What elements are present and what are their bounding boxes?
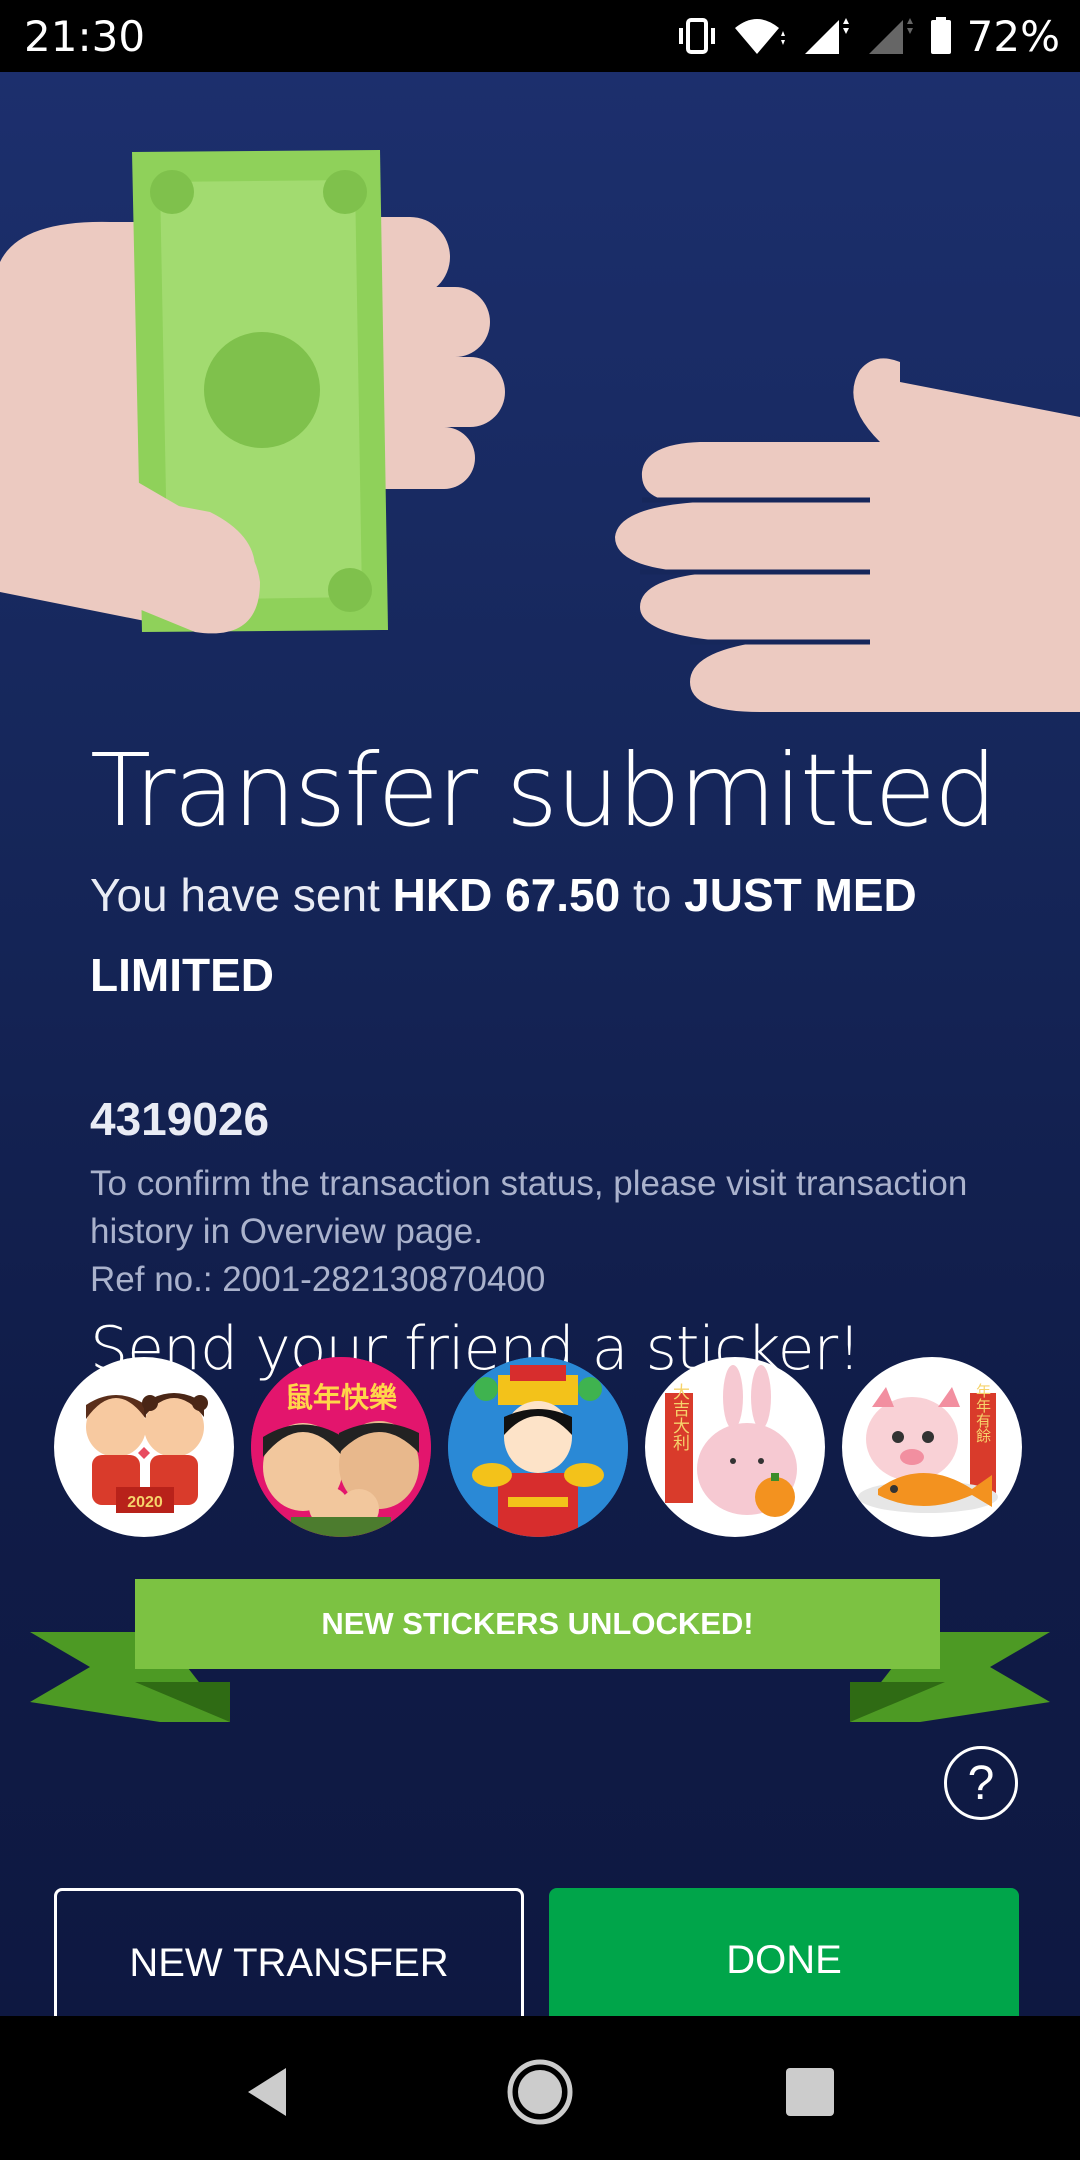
help-icon[interactable]: ? <box>944 1746 1018 1820</box>
transfer-amount: HKD 67.50 <box>392 869 621 921</box>
vibrate-icon <box>678 18 715 54</box>
sticker-bunny-tangerine[interactable]: 大吉大利 <box>645 1357 825 1537</box>
account-number: 4319026 <box>90 1093 270 1145</box>
sticker-pig-fish[interactable]: 年年有餘 <box>842 1357 1022 1537</box>
stickers-unlocked-label: NEW STICKERS UNLOCKED! <box>321 1606 754 1641</box>
sticker-rat-year-family[interactable]: 鼠年快樂 <box>251 1357 431 1537</box>
sticker-bunny-caption: 大吉大利 <box>669 1383 690 1451</box>
sticker-rat-caption: 鼠年快樂 <box>285 1381 398 1414</box>
summary-middle: to <box>620 869 685 921</box>
recents-icon[interactable] <box>774 2056 846 2128</box>
status-bar: 21:30 72% <box>0 0 1080 72</box>
summary-prefix: You have sent <box>90 869 393 921</box>
done-button[interactable]: DONE <box>549 1888 1019 2016</box>
transfer-success-screen: Transfer submitted You have sent HKD 67.… <box>0 72 1080 2016</box>
sticker-couple-2020[interactable]: 2020 <box>54 1357 234 1537</box>
sticker-pig-caption: 年年有餘 <box>974 1383 992 1443</box>
wifi-icon <box>734 19 785 54</box>
battery-icon <box>930 17 951 54</box>
reference-number: Ref no.: 2001-282130870400 <box>90 1256 990 1304</box>
home-icon[interactable] <box>504 2056 576 2128</box>
sticker-2020-badge: 2020 <box>127 1494 163 1511</box>
transfer-summary: You have sent HKD 67.50 to JUST MED LIMI… <box>90 855 1010 1015</box>
new-transfer-button[interactable]: NEW TRANSFER <box>54 1888 524 2016</box>
page-title: Transfer submitted <box>90 732 997 849</box>
status-time: 21:30 <box>24 12 146 61</box>
ref-label: Ref no.: <box>90 1260 223 1299</box>
status-note: To confirm the transaction status, pleas… <box>90 1160 990 1304</box>
ref-value: 2001-282130870400 <box>222 1260 546 1299</box>
sticker-god-of-wealth[interactable] <box>448 1357 628 1537</box>
receiving-hand-icon <box>615 358 1080 712</box>
sticker-list: 2020 鼠年快樂 大吉大利 年年有餘 <box>54 1357 1034 1537</box>
signal-empty-icon <box>868 18 913 54</box>
signal-icon <box>804 18 849 54</box>
money-transfer-illustration <box>0 150 1080 712</box>
confirm-note-text: To confirm the transaction status, pleas… <box>90 1164 968 1251</box>
back-icon[interactable] <box>230 2056 302 2128</box>
battery-percent: 72% <box>966 11 1060 61</box>
status-icons: 72% <box>675 10 1060 62</box>
navigation-bar <box>0 2016 1080 2160</box>
